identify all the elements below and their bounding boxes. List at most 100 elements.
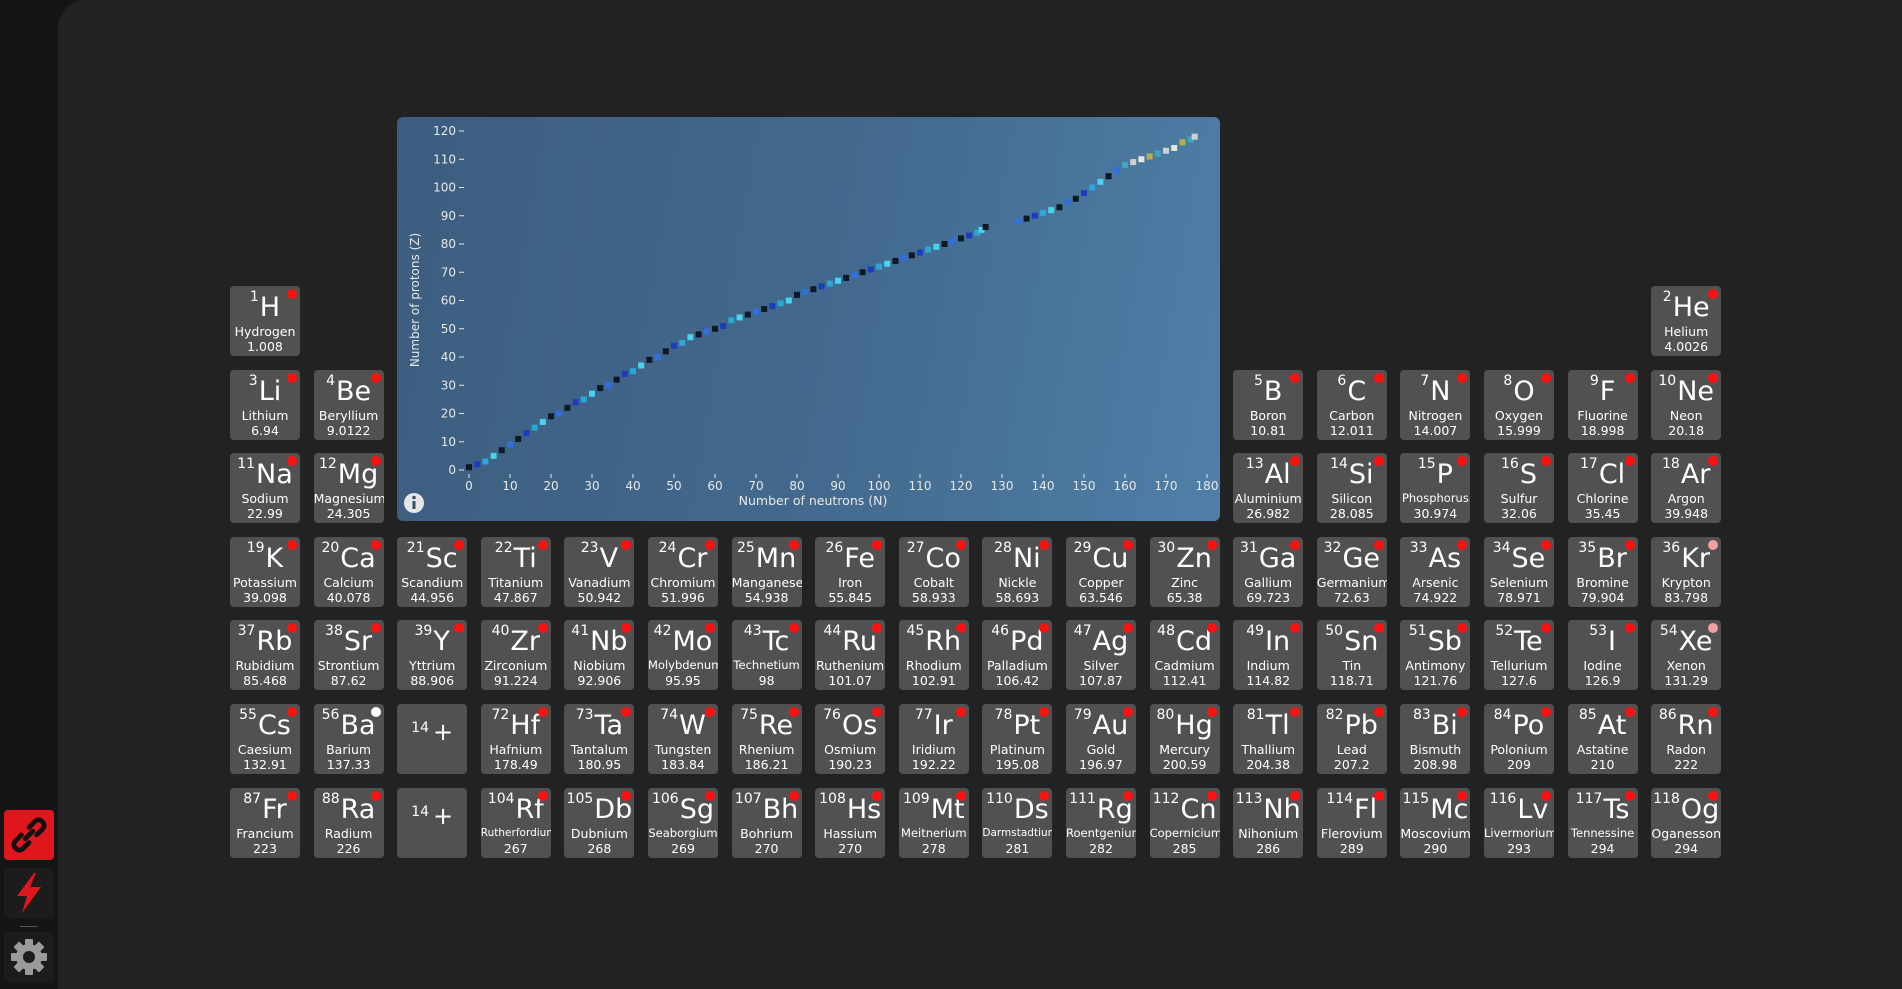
status-dot [1373, 707, 1384, 717]
element-tile-te[interactable]: 52Te Tellurium 127.6 [1484, 620, 1554, 691]
element-tile-bh[interactable]: 107Bh Bohrium 270 [731, 787, 802, 858]
element-tile-co[interactable]: 27Co Cobalt 58.933 [898, 536, 969, 607]
element-tile-ba[interactable]: 56Ba Barium 137.33 [313, 704, 384, 774]
element-tile-ru[interactable]: 44Ru Ruthenium 101.07 [815, 620, 886, 691]
element-tile-pt[interactable]: 78Pt Platinum 195.08 [982, 704, 1053, 774]
element-tile-i[interactable]: 53I Iodine 126.9 [1567, 620, 1638, 691]
element-tile-s[interactable]: 16S Sulfur 32.06 [1484, 453, 1554, 524]
element-tile-cs[interactable]: 55Cs Caesium 132.91 [230, 704, 300, 774]
link-button[interactable] [4, 810, 54, 860]
element-tile-in[interactable]: 49In Indium 114.82 [1233, 620, 1304, 691]
series-expand-tile[interactable]: 14 + [397, 704, 468, 774]
element-tile-fe[interactable]: 26Fe Iron 55.845 [815, 536, 886, 607]
element-tile-tl[interactable]: 81Tl Thallium 204.38 [1233, 704, 1304, 774]
element-tile-au[interactable]: 79Au Gold 196.97 [1066, 704, 1136, 774]
element-tile-mo[interactable]: 42Mo Molybdenum 95.95 [648, 620, 718, 691]
element-tile-cr[interactable]: 24Cr Chromium 51.996 [648, 536, 718, 607]
element-tile-as[interactable]: 33As Arsenic 74.922 [1400, 536, 1471, 607]
element-tile-fl[interactable]: 114Fl Flerovium 289 [1316, 787, 1387, 858]
element-tile-rf[interactable]: 104Rf Rutherfordium 267 [480, 787, 551, 858]
element-tile-cl[interactable]: 17Cl Chlorine 35.45 [1567, 453, 1638, 524]
info-icon[interactable] [404, 493, 424, 513]
element-tile-zn[interactable]: 30Zn Zinc 65.38 [1149, 536, 1220, 607]
element-tile-os[interactable]: 76Os Osmium 190.23 [815, 704, 886, 774]
element-tile-tc[interactable]: 43Tc Technetium 98 [731, 620, 802, 691]
element-tile-ir[interactable]: 77Ir Iridium 192.22 [898, 704, 969, 774]
element-tile-b[interactable]: 5B Boron 10.81 [1233, 369, 1304, 440]
element-tile-sc[interactable]: 21Sc Scandium 44.956 [397, 536, 468, 607]
element-tile-lv[interactable]: 116Lv Livermorium 293 [1484, 787, 1554, 858]
element-tile-w[interactable]: 74W Tungsten 183.84 [648, 704, 718, 774]
element-tile-ca[interactable]: 20Ca Calcium 40.078 [313, 536, 384, 607]
element-tile-rh[interactable]: 45Rh Rhodium 102.91 [898, 620, 969, 691]
element-tile-hs[interactable]: 108Hs Hassium 270 [815, 787, 886, 858]
element-tile-v[interactable]: 23V Vanadium 50.942 [564, 536, 635, 607]
element-tile-p[interactable]: 15P Phosphorus 30.974 [1400, 453, 1471, 524]
isotope-point [761, 305, 768, 312]
element-tile-al[interactable]: 13Al Aluminium 26.982 [1233, 453, 1304, 524]
element-tile-bi[interactable]: 83Bi Bismuth 208.98 [1400, 704, 1471, 774]
element-tile-be[interactable]: 4Be Beryllium 9.0122 [313, 369, 384, 440]
element-tile-at[interactable]: 85At Astatine 210 [1567, 704, 1638, 774]
element-tile-cu[interactable]: 29Cu Copper 63.546 [1066, 536, 1136, 607]
atomic-number: 78 [994, 707, 1013, 723]
element-tile-o[interactable]: 8O Oxygen 15.999 [1484, 369, 1554, 440]
element-tile-ta[interactable]: 73Ta Tantalum 180.95 [564, 704, 635, 774]
element-tile-si[interactable]: 14Si Silicon 28.085 [1316, 453, 1387, 524]
element-tile-h[interactable]: 1H Hydrogen 1.008 [230, 286, 300, 356]
element-tile-k[interactable]: 19K Potassium 39.098 [230, 536, 300, 607]
element-tile-pd[interactable]: 46Pd Palladium 106.42 [982, 620, 1053, 691]
element-tile-hf[interactable]: 72Hf Hafnium 178.49 [480, 704, 551, 774]
element-tile-rg[interactable]: 111Rg Roentgenium 282 [1066, 787, 1136, 858]
element-tile-ge[interactable]: 32Ge Germanium 72.63 [1316, 536, 1387, 607]
element-tile-rb[interactable]: 37Rb Rubidium 85.468 [230, 620, 300, 691]
element-tile-po[interactable]: 84Po Polonium 209 [1484, 704, 1554, 774]
element-tile-f[interactable]: 9F Fluorine 18.998 [1567, 369, 1638, 440]
element-tile-ne[interactable]: 10Ne Neon 20.18 [1651, 369, 1722, 440]
element-tile-se[interactable]: 34Se Selenium 78.971 [1484, 536, 1554, 607]
element-name: Neon [1669, 407, 1703, 423]
element-tile-sr[interactable]: 38Sr Strontium 87.62 [313, 620, 384, 691]
element-tile-ds[interactable]: 110Ds Darmstadtium 281 [982, 787, 1053, 858]
element-tile-rn[interactable]: 86Rn Radon 222 [1651, 704, 1722, 774]
status-dot [287, 372, 297, 383]
element-tile-hg[interactable]: 80Hg Mercury 200.59 [1149, 704, 1220, 774]
element-tile-ti[interactable]: 22Ti Titanium 47.867 [480, 536, 551, 607]
element-tile-ar[interactable]: 18Ar Argon 39.948 [1651, 453, 1722, 524]
element-tile-ra[interactable]: 88Ra Radium 226 [313, 787, 384, 858]
element-tile-ni[interactable]: 28Ni Nickle 58.693 [982, 536, 1053, 607]
element-tile-og[interactable]: 118Og Oganesson 294 [1651, 787, 1722, 858]
element-tile-li[interactable]: 3Li Lithium 6.94 [230, 369, 300, 440]
element-tile-cd[interactable]: 48Cd Cadmium 112.41 [1149, 620, 1220, 691]
element-tile-mc[interactable]: 115Mc Moscovium 290 [1400, 787, 1471, 858]
element-tile-c[interactable]: 6C Carbon 12.011 [1316, 369, 1387, 440]
element-tile-sb[interactable]: 51Sb Antimony 121.76 [1400, 620, 1471, 691]
element-tile-pb[interactable]: 82Pb Lead 207.2 [1316, 704, 1387, 774]
element-tile-nh[interactable]: 113Nh Nihonium 286 [1233, 787, 1304, 858]
element-tile-ga[interactable]: 31Ga Gallium 69.723 [1233, 536, 1304, 607]
element-tile-na[interactable]: 11Na Sodium 22.99 [230, 453, 300, 524]
element-tile-ts[interactable]: 117Ts Tennessine 294 [1567, 787, 1638, 858]
element-tile-kr[interactable]: 36Kr Krypton 83.798 [1651, 536, 1722, 607]
element-tile-re[interactable]: 75Re Rhenium 186.21 [731, 704, 802, 774]
element-tile-zr[interactable]: 40Zr Zirconium 91.224 [480, 620, 551, 691]
element-tile-sn[interactable]: 50Sn Tin 118.71 [1316, 620, 1387, 691]
element-tile-mg[interactable]: 12Mg Magnesium 24.305 [313, 453, 384, 524]
element-tile-he[interactable]: 2He Helium 4.0026 [1651, 286, 1722, 356]
series-expand-tile[interactable]: 14 + [397, 787, 468, 858]
element-tile-mt[interactable]: 109Mt Meitnerium 278 [898, 787, 969, 858]
element-tile-cn[interactable]: 112Cn Copernicium 285 [1149, 787, 1220, 858]
element-tile-sg[interactable]: 106Sg Seaborgium 269 [648, 787, 718, 858]
settings-button[interactable] [4, 932, 54, 982]
isotope-point [531, 424, 538, 431]
element-tile-mn[interactable]: 25Mn Manganese 54.938 [731, 536, 802, 607]
element-tile-xe[interactable]: 54Xe Xenon 131.29 [1651, 620, 1722, 691]
element-tile-db[interactable]: 105Db Dubnium 268 [564, 787, 635, 858]
element-tile-fr[interactable]: 87Fr Francium 223 [230, 787, 300, 858]
element-tile-ag[interactable]: 47Ag Silver 107.87 [1066, 620, 1136, 691]
element-tile-br[interactable]: 35Br Bromine 79.904 [1567, 536, 1638, 607]
element-tile-n[interactable]: 7N Nitrogen 14.007 [1400, 369, 1471, 440]
element-tile-nb[interactable]: 41Nb Niobium 92.906 [564, 620, 635, 691]
flash-button[interactable] [4, 868, 54, 918]
element-tile-y[interactable]: 39Y Yttrium 88.906 [397, 620, 468, 691]
